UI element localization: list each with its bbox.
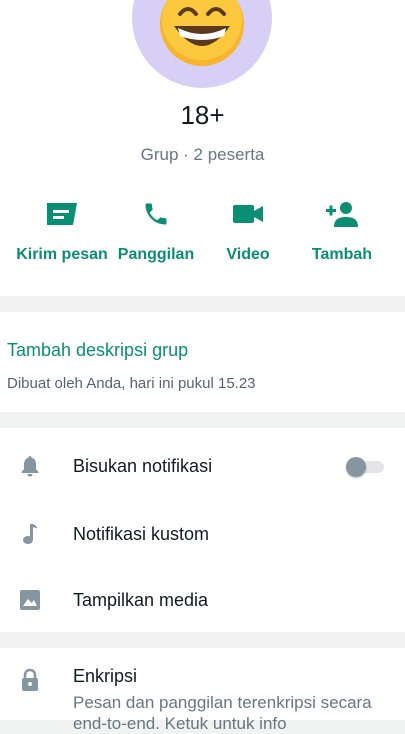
description-section: Tambah deskripsi grup Dibuat oleh Anda, … <box>0 312 405 412</box>
video-button[interactable]: Video <box>198 196 298 264</box>
mute-notifications-row[interactable]: Bisukan notifikasi <box>0 434 405 494</box>
group-header: 18+ Grup · 2 peserta Kirim pesan Panggil… <box>0 0 405 296</box>
phone-icon <box>145 203 167 225</box>
lock-icon-wrap <box>20 668 40 697</box>
lock-icon <box>22 668 38 691</box>
encryption-description: Pesan dan panggilan terenkripsi secara e… <box>73 693 372 733</box>
send-message-button[interactable]: Kirim pesan <box>12 196 112 264</box>
add-person-icon <box>326 202 358 227</box>
image-icon <box>20 590 40 610</box>
toggle-knob <box>346 457 366 477</box>
group-subtitle: Grup · 2 peserta <box>140 145 265 164</box>
music-note-icon <box>23 524 37 544</box>
created-info: Dibuat oleh Anda, hari ini pukul 15.23 <box>7 375 256 392</box>
add-participant-button[interactable]: Tambah <box>292 196 392 264</box>
encryption-title: Enkripsi <box>73 666 138 686</box>
bell-icon <box>21 456 39 477</box>
custom-notifications-label: Notifikasi kustom <box>73 524 210 544</box>
settings-section: Bisukan notifikasi Notifikasi kustom Tam… <box>0 428 405 632</box>
call-button[interactable]: Panggilan <box>106 196 206 264</box>
send-message-label: Kirim pesan <box>16 246 108 263</box>
grinning-emoji-icon <box>160 0 244 66</box>
group-avatar[interactable] <box>132 0 272 88</box>
custom-notifications-row[interactable]: Notifikasi kustom <box>0 502 405 562</box>
video-label: Video <box>226 246 270 263</box>
encryption-row[interactable]: Enkripsi Pesan dan panggilan terenkripsi… <box>0 648 405 733</box>
mute-notifications-label: Bisukan notifikasi <box>73 456 213 476</box>
call-label: Panggilan <box>117 246 195 263</box>
show-media-row[interactable]: Tampilkan media <box>0 568 405 628</box>
show-media-label: Tampilkan media <box>73 590 209 610</box>
video-icon <box>233 205 263 223</box>
add-group-description-link[interactable]: Tambah deskripsi grup <box>7 340 188 361</box>
message-icon <box>47 203 77 225</box>
group-name: 18+ <box>180 100 225 130</box>
mute-toggle[interactable] <box>346 457 384 477</box>
add-participant-label: Tambah <box>311 246 373 263</box>
